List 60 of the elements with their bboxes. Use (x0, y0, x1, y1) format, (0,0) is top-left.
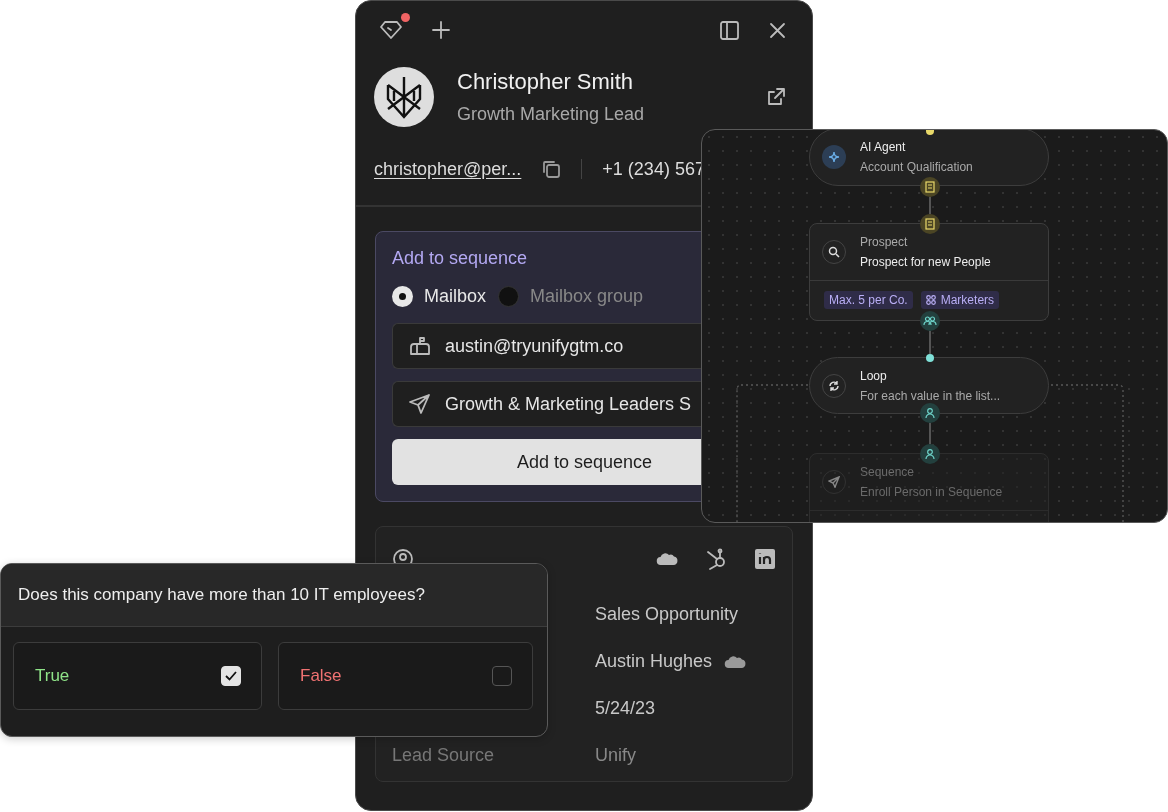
email-link[interactable]: christopher@per... (374, 158, 522, 180)
close-icon[interactable] (769, 21, 786, 39)
answer-label: True (35, 666, 70, 686)
node-subtitle: Enroll Person in Sequence (860, 485, 1003, 499)
filter-tag: Max. 5 per Co. (824, 291, 913, 309)
radio-label: Mailbox (424, 285, 487, 307)
field-value: Unify (595, 745, 636, 766)
filter-tag: Marketers (920, 291, 1000, 309)
workflow-node[interactable]: Loop For each value in the list... (809, 357, 1049, 414)
connector-line (929, 196, 931, 215)
building-icon (920, 214, 940, 234)
node-title: Loop (860, 368, 888, 383)
sparkle-icon (822, 145, 846, 169)
people-icon (920, 311, 940, 331)
node-title: Prospect (860, 235, 909, 249)
checkbox[interactable] (492, 666, 512, 686)
hub-icon[interactable] (704, 547, 728, 571)
connector-dot (926, 354, 934, 362)
send-icon (409, 394, 431, 414)
node-title: Sequence (860, 465, 916, 479)
workflow-node[interactable]: Prospect Prospect for new People Max. 5 per Co. Marketers (809, 223, 1049, 321)
answer-label: False (300, 666, 342, 686)
field-value: Sales Opportunity (595, 604, 739, 625)
person-icon (920, 403, 940, 423)
company-logo (374, 67, 434, 127)
question-text: Does this company have more than 10 IT employees? (18, 585, 425, 605)
external-link-icon[interactable] (766, 87, 786, 107)
connector-line (929, 422, 931, 445)
field-value: Austin Hughes (595, 651, 713, 672)
field-label: Lead Source (392, 745, 496, 766)
node-subtitle: Prospect for new People (860, 255, 991, 269)
field-value: 5/24/23 (595, 698, 656, 719)
building-icon (920, 177, 940, 197)
radio-label: Mailbox group (530, 285, 644, 307)
card-title: Add to sequence (392, 248, 529, 269)
grid-icon (925, 295, 936, 305)
person-icon (920, 444, 940, 464)
radio-button[interactable] (392, 285, 413, 307)
node-subtitle: Account Qualification (860, 160, 973, 174)
mailbox-icon (409, 336, 431, 356)
sidebar-icon[interactable] (720, 20, 739, 40)
plus-icon[interactable] (432, 21, 450, 39)
check-icon (225, 671, 237, 681)
node-title: AI Agent (860, 140, 907, 154)
node-subtitle: For each value in the list... (860, 388, 1001, 403)
cloud-icon (724, 653, 747, 670)
workflow-node[interactable]: AI Agent Account Qualification (809, 130, 1049, 186)
diamond-icon[interactable] (380, 20, 402, 40)
copy-icon[interactable] (541, 159, 562, 179)
linkedin-icon[interactable] (754, 548, 776, 570)
cloud-icon (656, 551, 678, 567)
connector-line (929, 330, 931, 355)
answer-option[interactable]: False (278, 642, 533, 710)
radio-button[interactable] (498, 285, 520, 307)
add-to-sequence-button[interactable]: Add to sequence (392, 439, 701, 485)
job-title: Growth Marketing Lead (457, 104, 646, 125)
mailbox-field[interactable]: austin@tryunifygtm.co (392, 323, 701, 369)
contact-name: Christopher Smith (457, 69, 635, 95)
answer-option[interactable]: True (13, 642, 262, 710)
sequence-field[interactable]: Growth & Marketing Leaders S (392, 381, 701, 427)
